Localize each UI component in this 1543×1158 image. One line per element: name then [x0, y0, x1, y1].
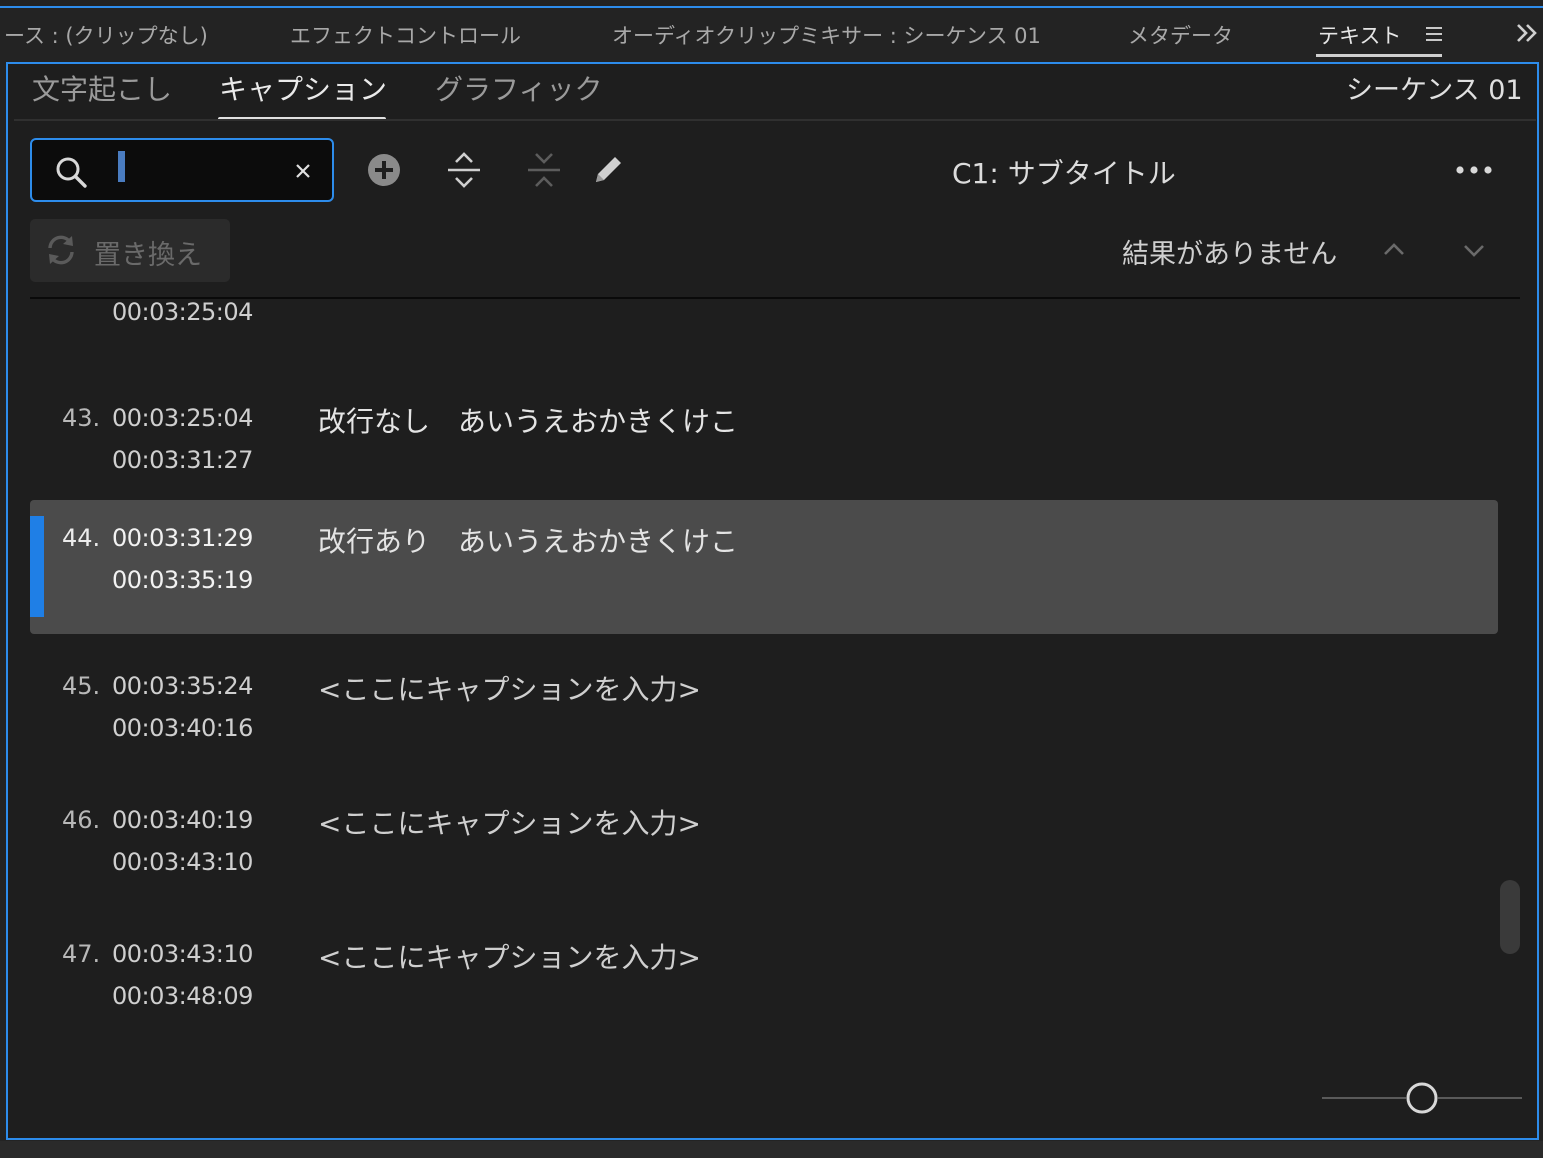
caption-start-time[interactable]: 00:03:31:29 — [112, 524, 253, 552]
clear-search-icon[interactable] — [290, 158, 316, 184]
panel-tab-metadata[interactable]: メタデータ — [1128, 20, 1233, 50]
active-panel-tab-indicator — [1316, 54, 1442, 57]
caption-end-time[interactable]: 00:03:40:16 — [112, 714, 253, 742]
selection-marker — [30, 516, 44, 617]
tab-graphics[interactable]: グラフィック — [435, 68, 602, 108]
caption-row[interactable]: 46. 00:03:40:19 00:03:43:10 <ここにキャプションを入… — [30, 782, 1498, 916]
caption-row-selected[interactable]: 44. 00:03:31:29 00:03:35:19 改行あり あいうえおかき… — [30, 500, 1498, 634]
caption-row[interactable]: 43. 00:03:25:04 00:03:31:27 改行なし あいうえおかき… — [30, 380, 1498, 514]
tab-transcript[interactable]: 文字起こし — [32, 68, 172, 108]
divider — [30, 297, 1520, 299]
caption-list: 43. 00:03:25:04 00:03:31:27 改行なし あいうえおかき… — [14, 300, 1498, 1040]
caption-number: 44. — [62, 524, 101, 552]
sequence-name: シーケンス 01 — [1346, 75, 1523, 106]
edit-pencil-icon[interactable] — [588, 150, 628, 190]
caption-row[interactable]: 45. 00:03:35:24 00:03:40:16 <ここにキャプションを入… — [30, 648, 1498, 782]
caption-start-time[interactable]: 00:03:43:10 — [112, 940, 253, 968]
panel-tab-bar: ース : (クリップなし) エフェクトコントロール オーディオクリップミキサー … — [0, 0, 1543, 62]
caption-text-placeholder[interactable]: <ここにキャプションを入力> — [318, 668, 701, 708]
panel-tab-source[interactable]: ース : (クリップなし) — [4, 20, 208, 50]
caption-end-time[interactable]: 00:03:43:10 — [112, 848, 253, 876]
caption-number: 46. — [62, 806, 101, 834]
caption-track-label[interactable]: C1: サブタイトル — [952, 152, 1176, 192]
caption-end-time[interactable]: 00:03:48:09 — [112, 982, 253, 1010]
caption-number: 45. — [62, 672, 101, 700]
scrollbar-thumb[interactable] — [1500, 880, 1520, 954]
panel-tab-effect-controls[interactable]: エフェクトコントロール — [290, 20, 521, 50]
replace-button[interactable]: 置き換え — [30, 219, 230, 282]
search-field[interactable] — [30, 138, 334, 202]
search-input[interactable] — [112, 150, 286, 192]
caption-number: 43. — [62, 404, 101, 432]
caption-row[interactable]: 47. 00:03:43:10 00:03:48:09 <ここにキャプションを入… — [30, 916, 1498, 1040]
caption-text[interactable]: 改行あり あいうえおかきくけこ — [318, 520, 738, 560]
caption-text-placeholder[interactable]: <ここにキャプションを入力> — [318, 802, 701, 842]
tab-captions[interactable]: キャプション — [219, 68, 387, 108]
replace-label: 置き換え — [94, 240, 202, 271]
search-results-status: 結果がありません — [1122, 239, 1338, 270]
divider — [14, 119, 1536, 121]
panel-bottom-edge — [0, 1141, 1543, 1158]
merge-caption-icon[interactable] — [524, 150, 564, 190]
panel-tab-audio-clip-mixer[interactable]: オーディオクリップミキサー : シーケンス 01 — [612, 20, 1041, 50]
caption-text[interactable]: 改行なし あいうえおかきくけこ — [318, 400, 738, 440]
caption-start-time[interactable]: 00:03:35:24 — [112, 672, 253, 700]
chevron-down-icon[interactable] — [1460, 236, 1488, 264]
hamburger-menu-icon[interactable] — [1424, 24, 1444, 44]
panel-focus-border-top — [0, 6, 1543, 8]
split-caption-icon[interactable] — [444, 150, 484, 190]
caption-end-time[interactable]: 00:03:35:19 — [112, 566, 253, 594]
chevron-up-icon[interactable] — [1380, 236, 1408, 264]
double-chevron-right-icon[interactable] — [1514, 20, 1540, 46]
premiere-text-panel: ース : (クリップなし) エフェクトコントロール オーディオクリップミキサー … — [0, 0, 1543, 1158]
caption-start-time[interactable]: 00:03:25:04 — [112, 404, 253, 432]
search-icon — [56, 157, 87, 188]
more-options-icon[interactable] — [1454, 158, 1494, 182]
zoom-slider[interactable] — [1320, 1080, 1524, 1116]
caption-text-placeholder[interactable]: <ここにキャプションを入力> — [318, 936, 701, 976]
caption-end-time[interactable]: 00:03:31:27 — [112, 446, 253, 474]
text-cursor — [118, 151, 125, 182]
replace-icon — [48, 235, 74, 265]
caption-start-time[interactable]: 00:03:40:19 — [112, 806, 253, 834]
panel-tab-text[interactable]: テキスト — [1318, 20, 1401, 50]
caption-number: 47. — [62, 940, 101, 968]
add-caption-icon[interactable] — [364, 150, 404, 190]
